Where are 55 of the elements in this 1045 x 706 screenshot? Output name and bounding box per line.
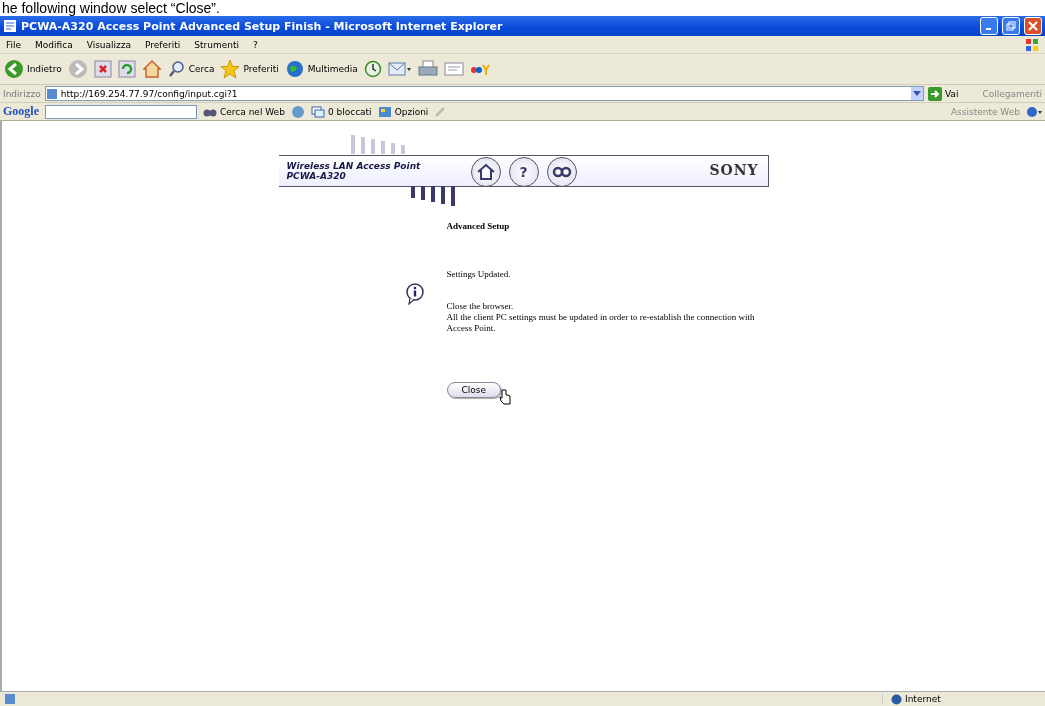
globe-icon[interactable]	[284, 59, 305, 79]
menu-item[interactable]: Preferiti	[145, 39, 181, 50]
toolbar-label[interactable]: Multimedia	[307, 64, 358, 74]
printer-icon[interactable]	[417, 60, 438, 78]
minimize-button[interactable]	[980, 17, 998, 35]
instruction-text: Close the browser.	[446, 301, 515, 312]
restore-icon[interactable]	[1006, 21, 1016, 31]
blocked-button[interactable]: 0 bloccati	[327, 106, 372, 117]
caption-text: he following window select “Close”.	[1, 0, 221, 16]
link-icon[interactable]	[551, 166, 572, 178]
search-icon[interactable]	[167, 60, 186, 78]
hand-cursor-icon	[497, 389, 512, 405]
menu-item[interactable]: ?	[252, 39, 258, 50]
star-icon[interactable]	[220, 59, 241, 79]
address-field[interactable]: http://169.254.77.97/config/input.cgi?1	[44, 86, 924, 101]
menu-item[interactable]: Visualizza	[86, 39, 132, 50]
globe-icon	[891, 693, 902, 705]
go-button[interactable]: Vai	[944, 88, 959, 99]
options-button[interactable]: Opzioni	[394, 106, 429, 117]
model-name: PCWA-A320	[286, 171, 347, 181]
mail-icon[interactable]	[387, 60, 412, 78]
toolbar-label[interactable]: Cerca	[188, 64, 215, 74]
close-icon[interactable]	[1028, 21, 1038, 31]
product-name: Wireless LAN Access Point	[286, 161, 421, 171]
options-icon[interactable]	[377, 105, 392, 118]
go-arrow-icon[interactable]	[927, 86, 942, 101]
page-heading: Advanced Setup	[446, 221, 511, 231]
google-logo[interactable]: Google	[3, 104, 39, 119]
brand-logo: SONY	[709, 162, 759, 178]
toolbar-label[interactable]: Indietro	[27, 64, 62, 74]
home-icon[interactable]	[475, 163, 496, 181]
menu-item[interactable]: Modifica	[35, 39, 73, 50]
menu-item[interactable]: Strumenti	[194, 39, 239, 50]
search-web-button[interactable]: Cerca nel Web	[220, 106, 285, 117]
instruction-text: All the client PC settings must be updated in order to re-establish the connection with Access Point.	[446, 312, 756, 334]
dropdown-icon[interactable]	[912, 91, 921, 96]
menu-item[interactable]: File	[6, 39, 22, 50]
status-message: Settings Updated.	[446, 269, 512, 279]
google-search-field[interactable]	[45, 104, 197, 119]
zone-label: Internet	[905, 694, 941, 704]
refresh-icon[interactable]	[117, 60, 136, 78]
logo-icon[interactable]	[469, 62, 490, 76]
window-icon	[3, 19, 17, 33]
stop-icon[interactable]	[93, 60, 112, 78]
popup-icon[interactable]	[310, 105, 325, 118]
close-button[interactable]	[1024, 17, 1042, 35]
toolbar-label[interactable]: Preferiti	[243, 64, 279, 74]
restore-button[interactable]	[1002, 17, 1020, 35]
globe-icon[interactable]	[1026, 105, 1042, 118]
address-label: Indirizzo	[3, 88, 41, 99]
window-title: PCWA-A320 Access Point Advanced Setup Finish - Microsoft Internet Explorer	[21, 19, 504, 33]
windows-logo-icon	[1025, 37, 1039, 52]
info-icon	[404, 283, 425, 305]
page-status-icon	[4, 693, 16, 705]
clock-icon[interactable]	[363, 60, 382, 78]
